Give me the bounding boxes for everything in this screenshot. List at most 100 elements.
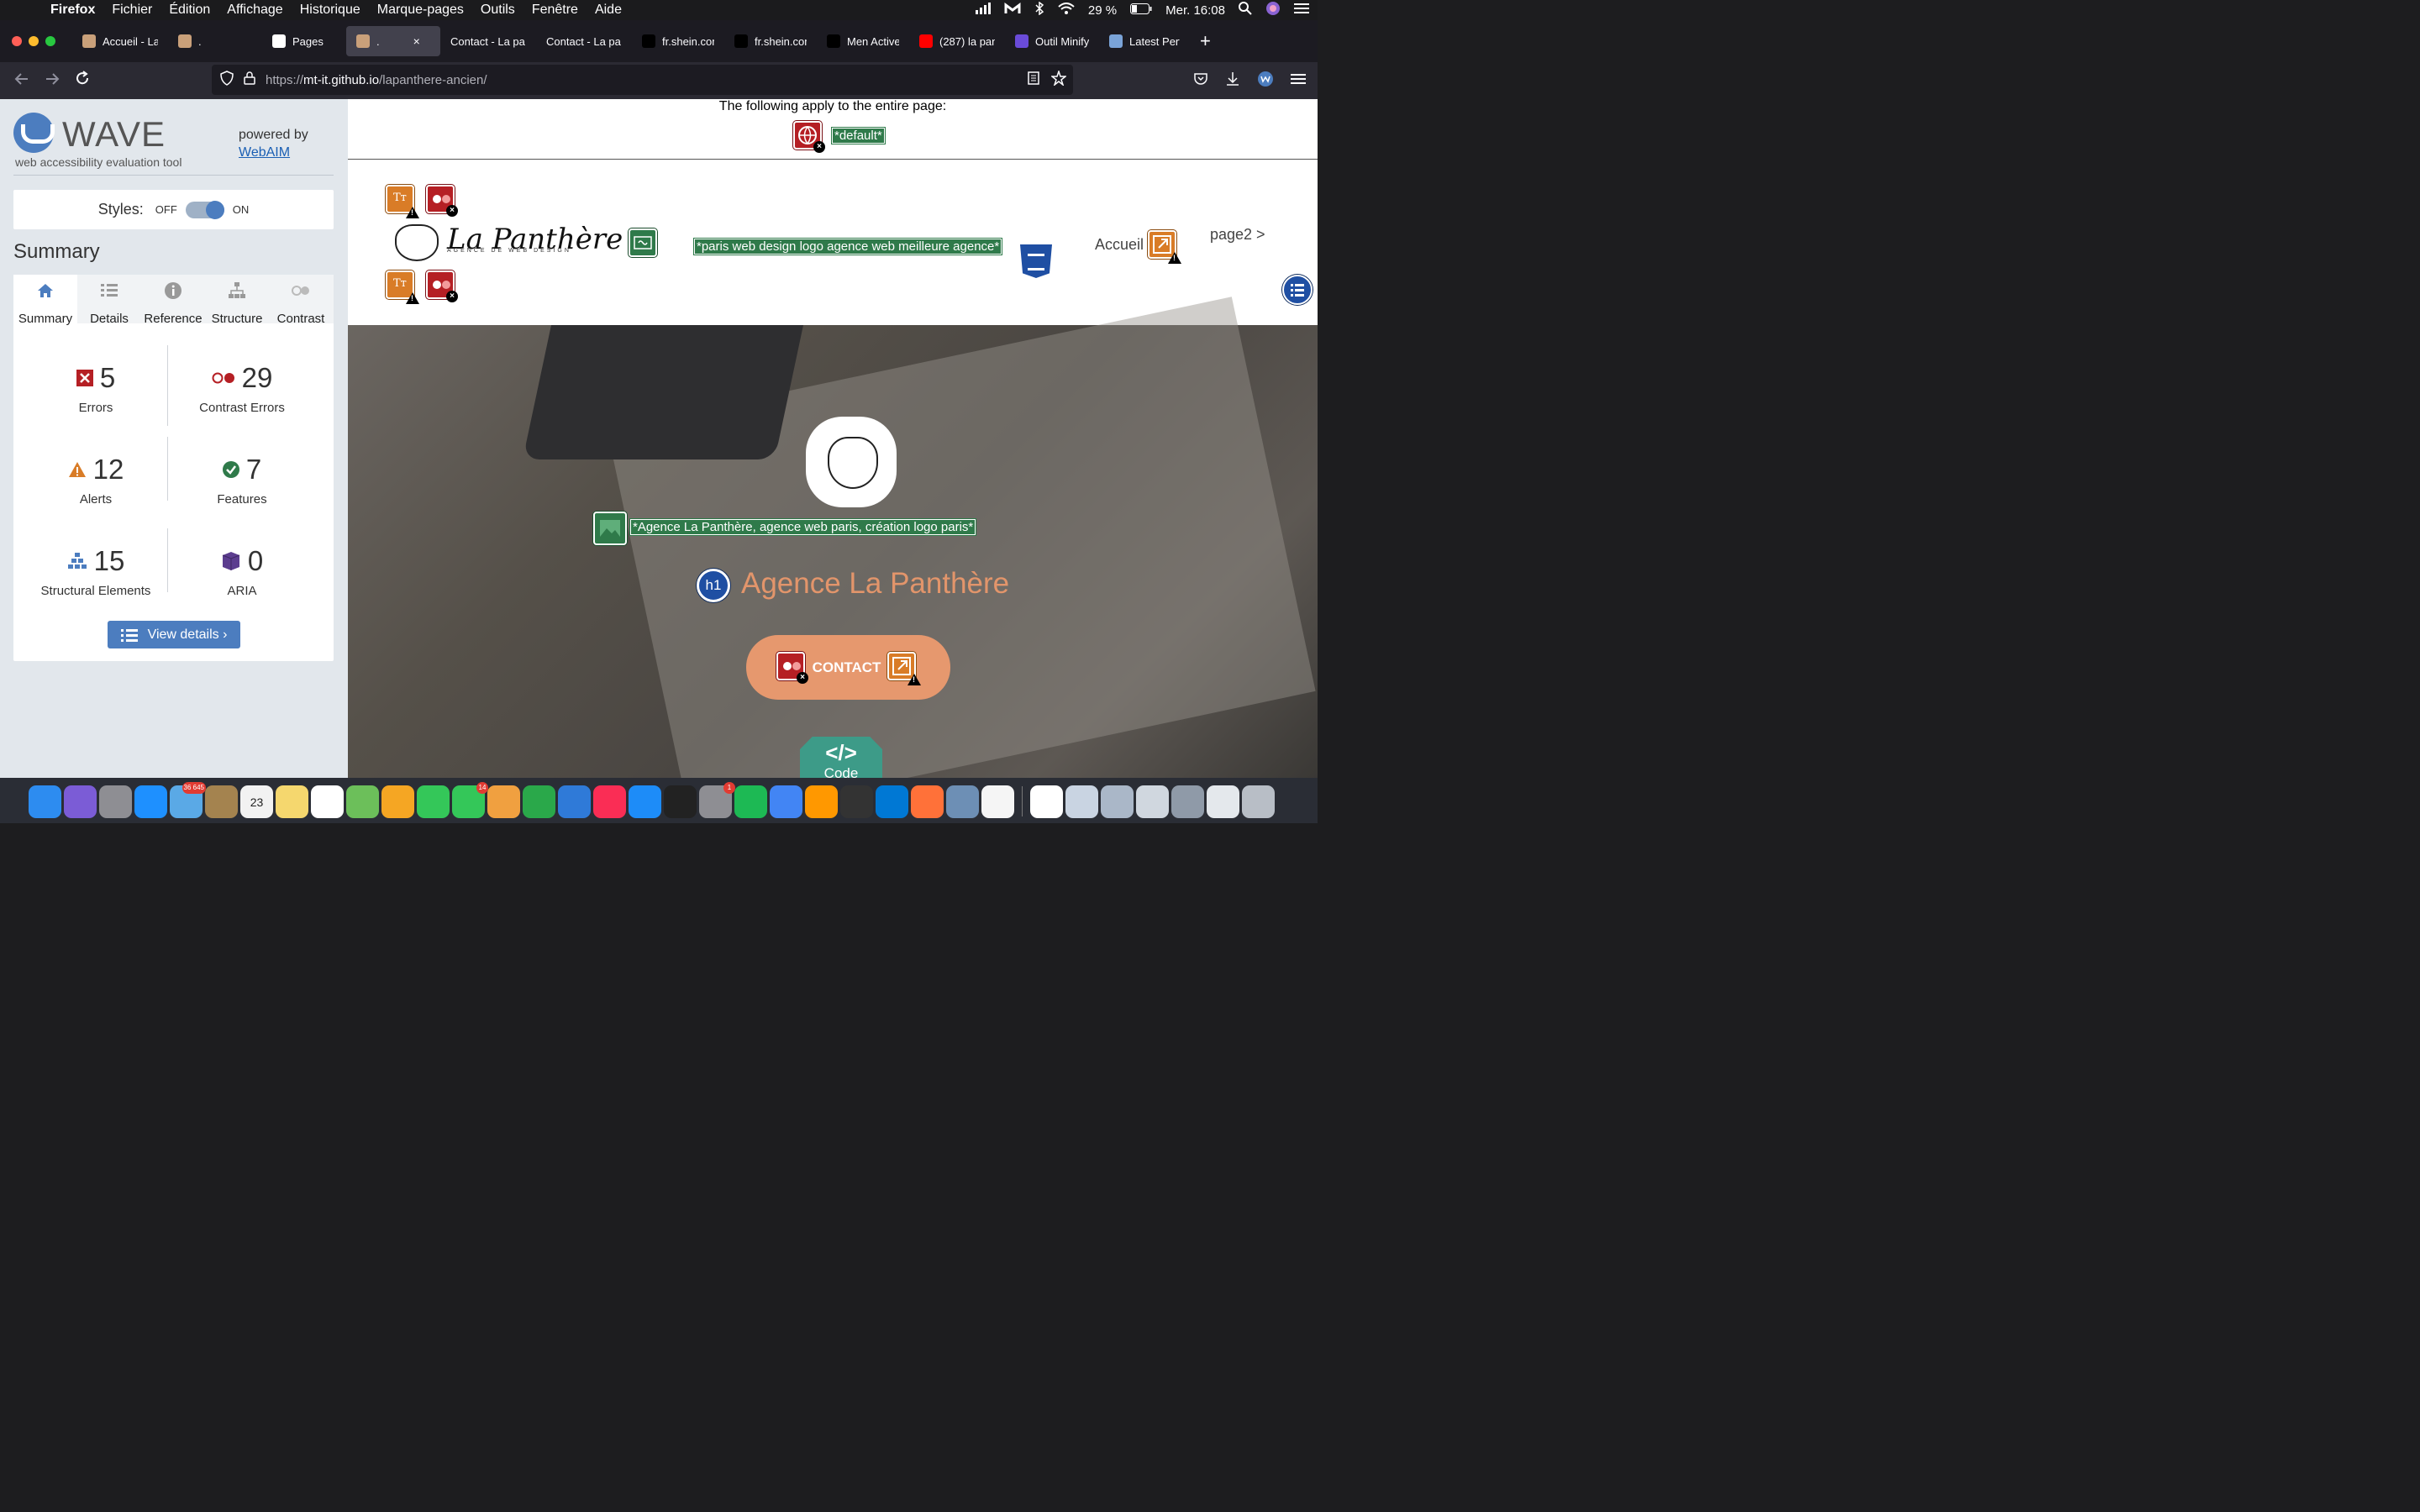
spotlight-search-icon[interactable] (1239, 2, 1252, 18)
tab-reference[interactable]: Reference (141, 275, 205, 326)
menu-affichage[interactable]: Affichage (227, 3, 282, 18)
dock-system-preferences-icon[interactable]: 1 (699, 781, 735, 818)
browser-tab[interactable]: fr.shein.com (632, 26, 724, 56)
dock-trash-icon[interactable] (1242, 785, 1275, 818)
dock-spotify-icon[interactable] (734, 785, 767, 818)
list-structure-icon[interactable] (1282, 275, 1313, 305)
browser-tab[interactable]: . × (346, 26, 440, 56)
webaim-link[interactable]: WebAIM (239, 145, 290, 160)
dock-finder-icon[interactable] (29, 785, 61, 818)
dock-maps-icon[interactable] (346, 785, 379, 818)
stat-structural-elements[interactable]: 15 Structural Elements (20, 545, 171, 598)
clock[interactable]: Mer. 16:08 (1165, 3, 1225, 18)
dock-document-icon[interactable] (1030, 785, 1063, 818)
url-bar[interactable]: https://mt-it.github.io/lapanthere-ancie… (212, 65, 1073, 95)
lock-icon[interactable] (244, 71, 255, 88)
dock-siri-icon[interactable] (64, 785, 97, 818)
battery-icon[interactable] (1130, 3, 1152, 18)
app-menu-icon[interactable] (1291, 72, 1306, 89)
wifi-icon[interactable] (1058, 2, 1075, 18)
image-alt-feature-icon[interactable] (593, 512, 627, 545)
dock-window-thumb-icon[interactable] (1171, 785, 1204, 818)
new-tab-button[interactable]: + (1200, 30, 1211, 52)
browser-tab[interactable]: Accueil - La (72, 26, 168, 56)
alert-text-size-icon[interactable]: Tт (386, 185, 419, 218)
dock-textedit-icon[interactable] (981, 785, 1014, 818)
tab-summary[interactable]: Summary (13, 275, 77, 326)
redundant-link-alert-icon[interactable] (887, 652, 921, 685)
browser-tab[interactable]: Men Activew (817, 26, 909, 56)
menu-fichier[interactable]: Fichier (112, 3, 152, 18)
dock-vscode-icon[interactable] (876, 785, 908, 818)
wave-extension-icon[interactable] (1257, 71, 1274, 92)
dock-chrome-icon[interactable] (770, 785, 802, 818)
dock-messages-icon[interactable] (417, 785, 450, 818)
browser-tab[interactable]: Latest Perfo (1099, 26, 1190, 56)
dock-window-thumb-icon[interactable] (1207, 785, 1239, 818)
tab-details[interactable]: Details (77, 275, 141, 326)
menu-historique[interactable]: Historique (300, 3, 360, 18)
minimize-window-button[interactable] (29, 36, 39, 46)
reload-button[interactable] (67, 71, 97, 91)
control-center-icon[interactable] (1294, 3, 1309, 18)
menu-edition[interactable]: Édition (169, 3, 210, 18)
tab-structure[interactable]: Structure (205, 275, 269, 326)
browser-tab[interactable]: Contact - La pa (440, 26, 536, 56)
stat-contrast-errors[interactable]: 29 Contrast Errors (166, 362, 318, 415)
styles-toggle[interactable] (185, 200, 224, 219)
dock-keynote-icon[interactable] (558, 785, 591, 818)
contact-button[interactable]: × CONTACT (746, 635, 950, 700)
dock-preview-icon[interactable] (946, 785, 979, 818)
pocket-icon[interactable] (1193, 72, 1208, 90)
dock-audio-icon[interactable] (840, 785, 873, 818)
menu-firefox[interactable]: Firefox (50, 3, 95, 18)
linked-image-icon[interactable] (629, 228, 657, 257)
forward-button[interactable] (37, 71, 67, 91)
dock-sublime-icon[interactable] (805, 785, 838, 818)
contrast-error-marker[interactable]: × (776, 652, 808, 684)
dock-numbers-icon[interactable] (523, 785, 555, 818)
code-toggle-button[interactable]: </> Code (800, 737, 882, 778)
dock-music-icon[interactable] (593, 785, 626, 818)
dock-app-store-icon[interactable] (629, 785, 661, 818)
bluetooth-icon[interactable] (1034, 1, 1044, 18)
language-error-icon[interactable]: × (793, 121, 825, 153)
dock-notes-icon[interactable] (276, 785, 308, 818)
dock-safari-icon[interactable] (134, 785, 167, 818)
close-tab-icon[interactable]: × (413, 34, 420, 48)
alert-text-size-icon[interactable]: Tт (386, 270, 419, 304)
dock-launchpad-icon[interactable] (99, 785, 132, 818)
stat-errors[interactable]: 5 Errors (20, 362, 171, 415)
dock-window-thumb-icon[interactable] (1101, 785, 1134, 818)
dock-firefox-icon[interactable] (911, 785, 944, 818)
dock-mail-icon[interactable]: 36 645 (170, 781, 206, 818)
dock-photos-icon[interactable] (381, 785, 414, 818)
back-button[interactable] (7, 71, 37, 91)
contrast-error-marker[interactable]: × (426, 185, 458, 217)
dock-reminders-icon[interactable] (311, 785, 344, 818)
stat-alerts[interactable]: 12 Alerts (20, 454, 171, 507)
nav-accueil[interactable]: Accueil (1095, 236, 1144, 254)
browser-tab[interactable]: Contact - La pa (536, 26, 632, 56)
dock-window-thumb-icon[interactable] (1136, 785, 1169, 818)
dock-contacts-icon[interactable] (205, 785, 238, 818)
dock-facetime-icon[interactable]: 14 (452, 781, 488, 818)
css-icon[interactable] (1020, 244, 1052, 278)
nav-page2[interactable]: page2 > (1210, 226, 1265, 244)
close-window-button[interactable] (12, 36, 22, 46)
menu-aide[interactable]: Aide (595, 3, 622, 18)
dock-calendar-icon[interactable]: 23 (240, 785, 273, 818)
dock-window-thumb-icon[interactable] (1065, 785, 1098, 818)
browser-tab[interactable]: (287) la pan (909, 26, 1005, 56)
browser-tab[interactable]: . (168, 26, 262, 56)
menu-marque-pages[interactable]: Marque-pages (377, 3, 464, 18)
shield-icon[interactable] (220, 71, 234, 89)
browser-tab[interactable]: fr.shein.com (724, 26, 817, 56)
activity-monitor-icon[interactable] (975, 3, 991, 18)
dock-keynote-doc-icon[interactable] (487, 785, 520, 818)
redundant-link-alert-icon[interactable] (1148, 230, 1181, 264)
h1-heading-icon[interactable]: h1 (697, 569, 730, 602)
zoom-window-button[interactable] (45, 36, 55, 46)
dock-terminal-icon[interactable] (664, 785, 697, 818)
bookmark-star-icon[interactable] (1050, 69, 1068, 89)
